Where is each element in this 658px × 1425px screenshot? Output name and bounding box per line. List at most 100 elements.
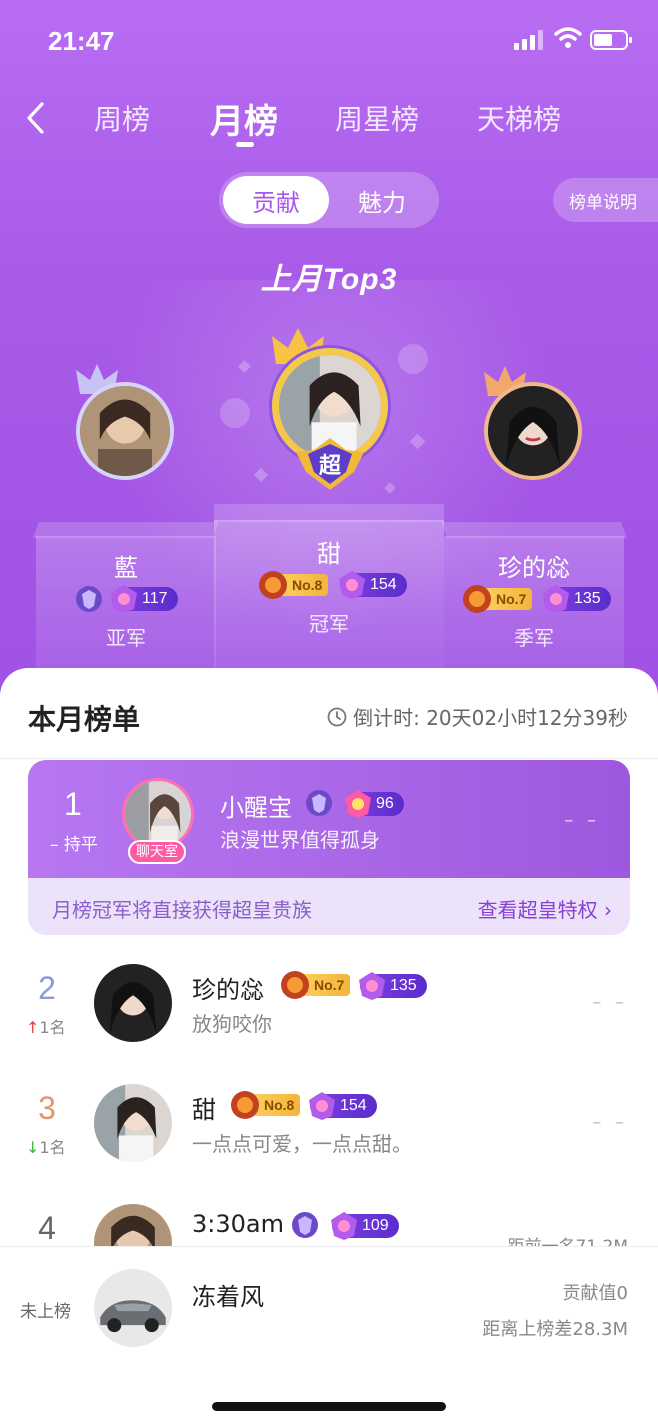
rules-button[interactable]: 榜单说明 bbox=[553, 178, 658, 222]
segment-charm[interactable]: 魅力 bbox=[329, 176, 435, 224]
runner-up-level-pill: 117 bbox=[111, 585, 178, 613]
top3-title: 上月Top3 bbox=[260, 263, 398, 296]
battery-icon bbox=[590, 30, 632, 50]
tab-weekly-star[interactable]: 周星榜 bbox=[335, 98, 419, 138]
row-level: 135 bbox=[390, 977, 417, 994]
runner-up-level: 117 bbox=[142, 590, 168, 607]
runner-up-name: 藍 bbox=[114, 554, 138, 582]
top-nav: 周榜 月榜 周星榜 天梯榜 bbox=[0, 88, 658, 158]
arrow-up-icon: ↑ bbox=[26, 1018, 40, 1037]
first-level: 96 bbox=[376, 795, 394, 812]
divider bbox=[0, 758, 658, 759]
row-name: 3:30am bbox=[192, 1210, 284, 1238]
decor-bubble bbox=[220, 398, 250, 428]
row-sign: 一点点可爱，一点点甜。 bbox=[192, 1132, 412, 1156]
level-pill: 135 bbox=[359, 972, 427, 1000]
countdown: 倒计时: 20天02小时12分39秒 bbox=[327, 702, 628, 731]
third-noble: No.7 bbox=[496, 591, 527, 607]
champion-level: 154 bbox=[370, 576, 397, 593]
list-title: 本月榜单 bbox=[28, 703, 141, 736]
row-level: 109 bbox=[362, 1217, 389, 1234]
level-gem-icon bbox=[339, 571, 365, 599]
runner-up-rank-label: 亚军 bbox=[106, 626, 146, 650]
tab-ladder[interactable]: 天梯榜 bbox=[477, 98, 561, 138]
chatroom-tag: 聊天室 bbox=[128, 840, 186, 864]
level-pill: 109 bbox=[331, 1212, 399, 1240]
arrow-down-icon: ↓ bbox=[26, 1138, 40, 1157]
champion-noble-badge: No.8 bbox=[259, 571, 329, 599]
level-gem-icon bbox=[359, 972, 385, 1000]
champion-level-pill: 154 bbox=[339, 571, 407, 599]
first-delta: – 持平 bbox=[50, 835, 98, 855]
row-dash: – – bbox=[592, 1112, 628, 1133]
my-contribution: 贡献值0 bbox=[562, 1283, 628, 1304]
row-avatar[interactable] bbox=[94, 964, 172, 1042]
row-noble: No.8 bbox=[264, 1097, 295, 1113]
noble-medal-icon bbox=[281, 971, 309, 999]
rank-delta: ↑1名 bbox=[26, 1014, 66, 1038]
row-level: 154 bbox=[340, 1097, 367, 1114]
tab-indicator bbox=[236, 142, 254, 147]
tab-monthly[interactable]: 月榜 bbox=[210, 94, 278, 143]
third-name: 珍的惢 bbox=[498, 554, 570, 582]
avatar-photo bbox=[94, 1269, 172, 1347]
rank-delta-text: 1名 bbox=[39, 1138, 66, 1157]
level-pill: 154 bbox=[309, 1092, 377, 1120]
rank-delta-text: 1名 bbox=[39, 1018, 66, 1037]
wifi-icon bbox=[554, 27, 582, 48]
list-row[interactable]: 2 ↑1名 珍的惢 No.7 135 放狗咬你 – – bbox=[0, 934, 658, 1052]
noble-medal-icon bbox=[463, 585, 491, 613]
noble-badge: No.8 bbox=[231, 1091, 301, 1119]
countdown-text: 倒计时: 20天02小时12分39秒 bbox=[353, 706, 628, 730]
contribution-charm-toggle: 贡献 魅力 bbox=[219, 172, 439, 228]
segment-contribution[interactable]: 贡献 bbox=[223, 176, 329, 224]
first-dash: – – bbox=[564, 810, 600, 831]
noble-medal-icon bbox=[231, 1091, 259, 1119]
first-rank: 1 bbox=[64, 786, 82, 822]
status-time: 21:47 bbox=[48, 26, 115, 56]
champion-name: 甜 bbox=[317, 540, 341, 568]
promo-link[interactable]: 查看超皇特权 › bbox=[478, 894, 612, 923]
list-row[interactable]: 3 ↓1名 甜 No.8 154 一点点可爱，一点点甜。 – – bbox=[0, 1054, 658, 1172]
purple-badge-icon bbox=[306, 790, 332, 816]
row-rank: 3 bbox=[38, 1090, 56, 1126]
signal-icon bbox=[514, 30, 543, 50]
tab-weekly[interactable]: 周榜 bbox=[94, 98, 150, 138]
row-rank: 4 bbox=[38, 1210, 56, 1246]
home-indicator bbox=[212, 1402, 446, 1411]
row-sign: 放狗咬你 bbox=[192, 1012, 272, 1036]
back-arrow-icon[interactable] bbox=[24, 100, 48, 136]
my-status: 未上榜 bbox=[20, 1302, 71, 1322]
row-noble: No.7 bbox=[314, 977, 345, 993]
avatar-photo bbox=[80, 386, 170, 476]
rank-delta: ↓1名 bbox=[26, 1134, 66, 1158]
champion-noble: No.8 bbox=[292, 577, 323, 593]
purple-badge-icon bbox=[76, 586, 102, 612]
third-avatar[interactable] bbox=[484, 382, 582, 480]
third-level: 135 bbox=[574, 590, 601, 607]
my-avatar[interactable] bbox=[94, 1269, 172, 1347]
level-gem-icon bbox=[345, 790, 371, 818]
noble-medal-icon bbox=[259, 571, 287, 599]
noble-badge: No.7 bbox=[281, 971, 351, 999]
third-noble-badge: No.7 bbox=[463, 585, 533, 613]
first-place-card[interactable]: 1 – 持平 聊天室 小醒宝 96 浪漫世界值得孤身 – – 月榜冠军将直接获得… bbox=[28, 760, 630, 935]
row-avatar[interactable] bbox=[94, 1084, 172, 1162]
third-rank-label: 季军 bbox=[514, 626, 554, 650]
my-gap: 距离上榜差28.3M bbox=[482, 1319, 628, 1340]
row-rank: 2 bbox=[38, 970, 56, 1006]
my-rank-bar[interactable]: 未上榜 冻着风 贡献值0 距离上榜差28.3M bbox=[0, 1246, 658, 1425]
decor-bubble bbox=[398, 344, 428, 374]
first-level-pill: 96 bbox=[345, 790, 404, 818]
purple-badge-icon bbox=[292, 1212, 318, 1238]
row-name: 甜 bbox=[192, 1096, 216, 1124]
avatar-photo bbox=[125, 781, 191, 847]
avatar-photo bbox=[488, 386, 578, 476]
first-name: 小醒宝 bbox=[220, 794, 292, 822]
runner-up-avatar[interactable] bbox=[76, 382, 174, 480]
clock-icon bbox=[327, 707, 347, 726]
my-name: 冻着风 bbox=[192, 1283, 264, 1311]
level-gem-icon bbox=[543, 585, 569, 613]
status-bar: 21:47 bbox=[0, 0, 658, 80]
champion-rank-label: 冠军 bbox=[309, 612, 349, 636]
